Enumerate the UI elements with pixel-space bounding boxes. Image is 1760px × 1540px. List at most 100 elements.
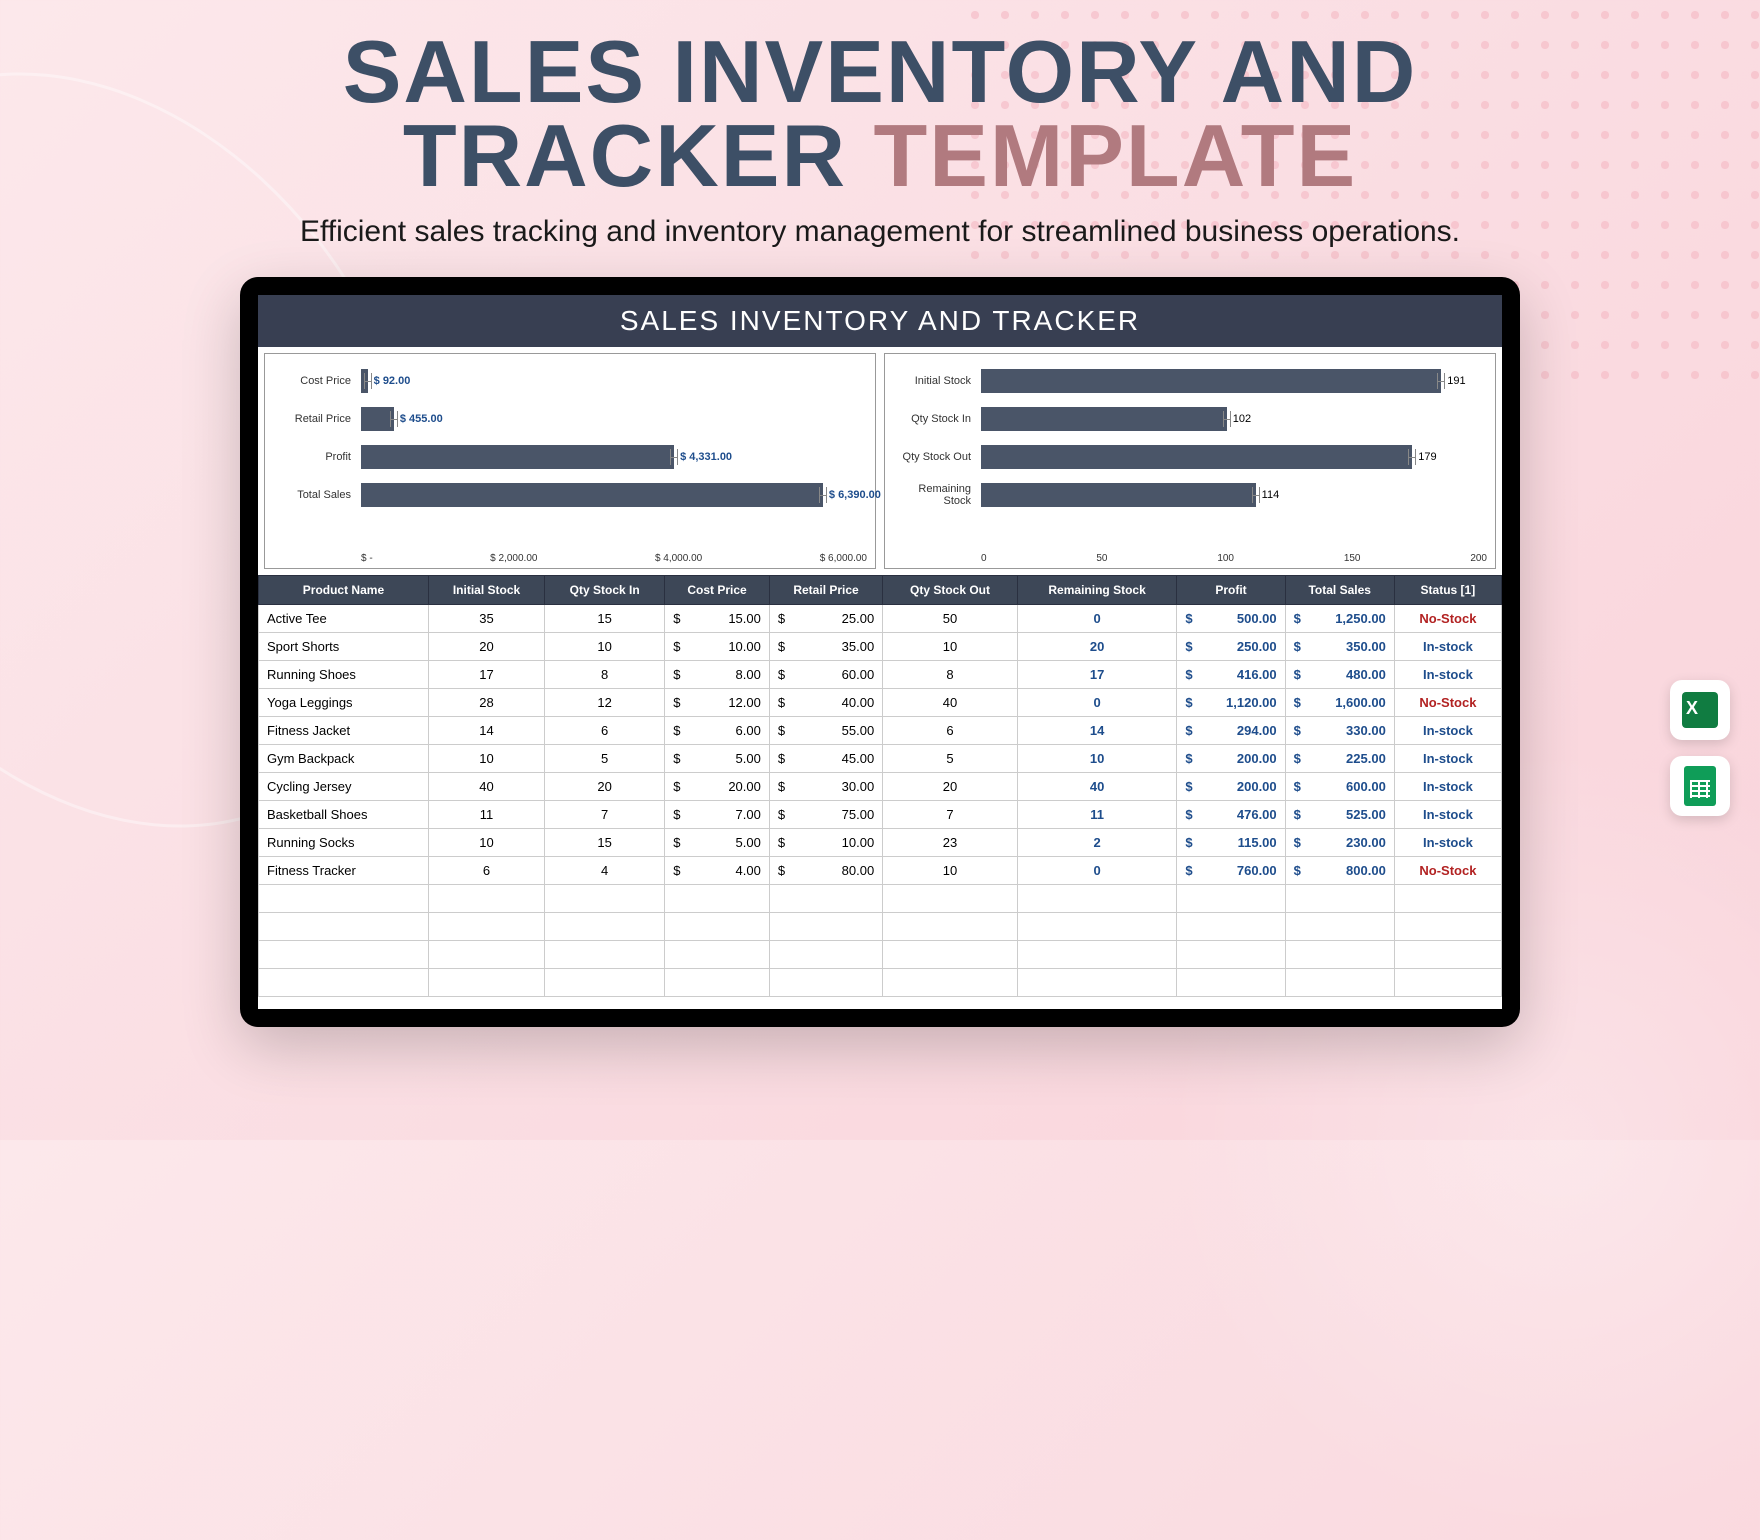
chart-bar-row: Initial Stock 191 (893, 362, 1487, 400)
table-cell-empty (1285, 941, 1394, 969)
table-cell: 40 (883, 689, 1018, 717)
table-cell-empty (1177, 941, 1285, 969)
table-cell: $760.00 (1177, 857, 1285, 885)
table-cell: 10 (883, 633, 1018, 661)
table-cell: 10 (428, 829, 544, 857)
chart-bar: $ 92.00 (361, 369, 368, 393)
table-cell-empty (1177, 969, 1285, 997)
table-cell: 0 (1017, 605, 1177, 633)
table-cell-empty (428, 969, 544, 997)
table-cell-empty (1177, 913, 1285, 941)
table-row: Basketball Shoes117$7.00$75.00711$476.00… (259, 801, 1502, 829)
table-cell-empty (1394, 969, 1501, 997)
table-row: Active Tee3515$15.00$25.00500$500.00$1,2… (259, 605, 1502, 633)
table-cell: 11 (1017, 801, 1177, 829)
screen: SALES INVENTORY AND TRACKER Cost Price$ … (258, 295, 1502, 1009)
table-cell-empty (769, 969, 882, 997)
table-cell: 15 (545, 829, 665, 857)
table-row: Fitness Tracker64$4.00$80.00100$760.00$8… (259, 857, 1502, 885)
table-row: Cycling Jersey4020$20.00$30.002040$200.0… (259, 773, 1502, 801)
table-cell-empty (1177, 885, 1285, 913)
table-cell: 7 (545, 801, 665, 829)
hero-section: SALES INVENTORY AND TRACKER TEMPLATE Eff… (0, 0, 1760, 249)
table-cell: 40 (1017, 773, 1177, 801)
chart-category-label: Profit (273, 451, 361, 463)
chart-category-label: Retail Price (273, 413, 361, 425)
axis-tick: 100 (1217, 553, 1234, 564)
table-cell: 0 (1017, 689, 1177, 717)
table-cell: 6 (545, 717, 665, 745)
sheets-badge[interactable] (1670, 756, 1730, 816)
chart-bar-wrap: 114 (981, 483, 1487, 507)
table-cell: $35.00 (769, 633, 882, 661)
table-header-cell: Profit (1177, 576, 1285, 605)
table-cell: 6 (883, 717, 1018, 745)
table-cell: $20.00 (665, 773, 770, 801)
table-cell: In-stock (1394, 745, 1501, 773)
table-header-cell: Remaining Stock (1017, 576, 1177, 605)
table-cell: $350.00 (1285, 633, 1394, 661)
table-cell-empty (259, 941, 429, 969)
title-line-1: SALES INVENTORY AND (0, 30, 1760, 114)
chart-bar-row: Remaining Stock114 (893, 476, 1487, 514)
table-cell: $4.00 (665, 857, 770, 885)
table-cell: $7.00 (665, 801, 770, 829)
table-cell: In-stock (1394, 661, 1501, 689)
excel-badge[interactable] (1670, 680, 1730, 740)
table-cell: 17 (1017, 661, 1177, 689)
table-cell: In-stock (1394, 801, 1501, 829)
chart-value-label: $ 4,331.00 (680, 451, 732, 463)
table-header-cell: Cost Price (665, 576, 770, 605)
table-cell-empty (545, 913, 665, 941)
table-cell: $1,250.00 (1285, 605, 1394, 633)
table-cell: 20 (883, 773, 1018, 801)
table-row-empty (259, 913, 1502, 941)
table-cell-empty (1285, 969, 1394, 997)
table-cell: $10.00 (769, 829, 882, 857)
table-cell: $8.00 (665, 661, 770, 689)
table-cell: 8 (883, 661, 1018, 689)
table-cell: 2 (1017, 829, 1177, 857)
table-cell: Active Tee (259, 605, 429, 633)
table-cell: 7 (883, 801, 1018, 829)
table-cell: $330.00 (1285, 717, 1394, 745)
table-cell: Running Shoes (259, 661, 429, 689)
table-cell: 10 (883, 857, 1018, 885)
chart-value-label: 179 (1418, 451, 1436, 463)
table-cell: 14 (1017, 717, 1177, 745)
chart-value-label: $ 92.00 (374, 375, 411, 387)
table-cell: $480.00 (1285, 661, 1394, 689)
table-row-empty (259, 885, 1502, 913)
table-cell: Fitness Jacket (259, 717, 429, 745)
chart-bar: $ 4,331.00 (361, 445, 674, 469)
table-cell: $200.00 (1177, 745, 1285, 773)
axis-tick: 200 (1470, 553, 1487, 564)
chart-category-label: Qty Stock In (893, 413, 981, 425)
chart-category-label: Initial Stock (893, 375, 981, 387)
table-cell-empty (428, 913, 544, 941)
table-cell: 6 (428, 857, 544, 885)
table-row: Yoga Leggings2812$12.00$40.00400$1,120.0… (259, 689, 1502, 717)
table-cell: $40.00 (769, 689, 882, 717)
table-cell: 12 (545, 689, 665, 717)
file-format-badges (1670, 680, 1730, 832)
table-cell: $25.00 (769, 605, 882, 633)
error-bar (1408, 449, 1416, 465)
table-cell-empty (428, 941, 544, 969)
table-cell-empty (883, 941, 1018, 969)
table-cell: No-Stock (1394, 689, 1501, 717)
table-cell: $800.00 (1285, 857, 1394, 885)
table-cell: 23 (883, 829, 1018, 857)
table-cell: Running Socks (259, 829, 429, 857)
table-cell-empty (259, 885, 429, 913)
error-bar (670, 449, 678, 465)
table-cell: 10 (1017, 745, 1177, 773)
table-cell: In-stock (1394, 717, 1501, 745)
table-cell: Fitness Tracker (259, 857, 429, 885)
chart-bar-wrap: $ 92.00 (361, 369, 867, 393)
chart-axis-0: $ -$ 2,000.00$ 4,000.00$ 6,000.00 (361, 553, 867, 564)
sheets-icon (1684, 766, 1716, 806)
chart-value-label: 114 (1262, 489, 1280, 501)
chart-value-label: 191 (1447, 375, 1465, 387)
chart-bar-row: Qty Stock Out179 (893, 438, 1487, 476)
